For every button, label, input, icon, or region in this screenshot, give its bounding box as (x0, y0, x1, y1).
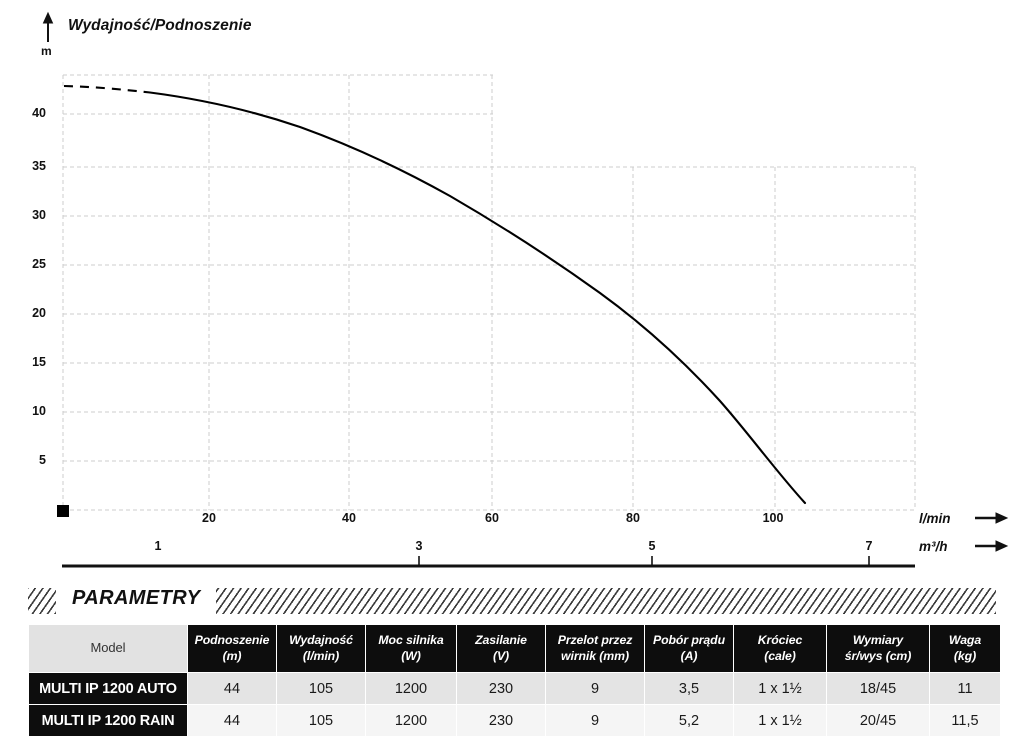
cell-waga: 11,5 (930, 705, 1000, 736)
pump-spec-sheet: Wydajność/Podnoszenie m 40 35 30 25 20 1… (0, 0, 1024, 752)
secondary-axis (62, 556, 915, 568)
col-header-waga-line1: Waga (948, 633, 982, 648)
col-header-zasilanie-line2: (V) (492, 648, 510, 663)
parametry-section-bar: PARAMETRY (28, 587, 996, 616)
col-header-wydajnosc-line2: (l/min) (302, 648, 340, 663)
col-header-waga: Waga (kg) (930, 625, 1000, 672)
col-header-model-line1: Model (90, 640, 126, 656)
section-title: PARAMETRY (66, 587, 207, 610)
x2-tick-1: 1 (154, 539, 162, 553)
cell-podnoszenie: 44 (188, 705, 276, 736)
col-header-wymiary: Wymiary śr/wys (cm) (827, 625, 929, 672)
curve-solid-segment (148, 91, 807, 505)
col-header-pobor-pradu-line1: Pobór prądu (653, 633, 725, 648)
y-tick-20: 20 (32, 306, 46, 320)
x-axis-unit-label: l/min (919, 511, 951, 526)
y-tick-35: 35 (32, 159, 46, 173)
cell-moc: 1200 (366, 705, 456, 736)
cell-przelot: 9 (546, 705, 644, 736)
col-header-przelot: Przelot przez wirnik (mm) (546, 625, 644, 672)
col-header-podnoszenie-line2: (m) (222, 648, 242, 663)
cell-wydajnosc: 105 (277, 673, 365, 704)
col-header-moc-silnika-line1: Moc silnika (378, 633, 444, 648)
x-tick-40: 40 (342, 511, 356, 525)
cell-podnoszenie: 44 (188, 673, 276, 704)
performance-chart: Wydajność/Podnoszenie m 40 35 30 25 20 1… (0, 0, 1024, 578)
cell-pobor: 3,5 (645, 673, 733, 704)
col-header-podnoszenie-line1: Podnoszenie (194, 633, 270, 648)
y-tick-10: 10 (32, 404, 46, 418)
parameters-table-container: Model Podnoszenie (m) Wydajność (l/min) … (28, 624, 1001, 737)
origin-square-marker (57, 505, 69, 517)
cell-wymiary: 18/45 (827, 673, 929, 704)
cell-waga: 11 (930, 673, 1000, 704)
col-header-waga-line2: (kg) (953, 648, 977, 663)
col-header-przelot-line2: wirnik (mm) (561, 648, 629, 663)
col-header-pobor-pradu: Pobór prądu (A) (645, 625, 733, 672)
cell-wydajnosc: 105 (277, 705, 365, 736)
cell-zasilanie: 230 (457, 705, 545, 736)
cell-pobor: 5,2 (645, 705, 733, 736)
x-tick-60: 60 (485, 511, 499, 525)
lmin-arrow-icon (975, 512, 1009, 524)
cell-krociec: 1 x 1½ (734, 705, 826, 736)
x-tick-20: 20 (202, 511, 216, 525)
parameters-table: Model Podnoszenie (m) Wydajność (l/min) … (28, 624, 1001, 737)
col-header-zasilanie-line1: Zasilanie (475, 633, 527, 648)
y-tick-5: 5 (39, 453, 46, 467)
col-header-wymiary-line1: Wymiary (852, 633, 904, 648)
x-tick-100: 100 (762, 511, 784, 525)
y-tick-15: 15 (32, 355, 46, 369)
x-axis-secondary-unit-label: m³/h (919, 539, 948, 554)
x2-tick-5: 5 (648, 539, 656, 553)
x2-tick-7: 7 (865, 539, 873, 553)
chart-title: Wydajność/Podnoszenie (68, 17, 252, 34)
cell-moc: 1200 (366, 673, 456, 704)
col-header-moc-silnika-line2: (W) (401, 648, 421, 663)
chart-canvas (42, 11, 1009, 568)
curve-dashed-segment (63, 84, 151, 94)
cell-model: MULTI IP 1200 RAIN (29, 705, 187, 736)
col-header-przelot-line1: Przelot przez (557, 633, 633, 648)
col-header-model: Model (29, 625, 187, 672)
col-header-krociec-line1: Króciec (757, 633, 803, 648)
table-row: MULTI IP 1200 AUTO 44 105 1200 230 9 3,5… (29, 673, 1000, 704)
table-header-row: Model Podnoszenie (m) Wydajność (l/min) … (29, 625, 1000, 672)
col-header-zasilanie: Zasilanie (V) (457, 625, 545, 672)
grid-vertical (62, 75, 916, 510)
x-tick-80: 80 (626, 511, 640, 525)
cell-wymiary: 20/45 (827, 705, 929, 736)
x2-tick-3: 3 (415, 539, 423, 553)
table-row: MULTI IP 1200 RAIN 44 105 1200 230 9 5,2… (29, 705, 1000, 736)
y-axis-arrow-icon (42, 11, 54, 42)
col-header-krociec: Króciec (cale) (734, 625, 826, 672)
cell-model: MULTI IP 1200 AUTO (29, 673, 187, 704)
col-header-wydajnosc-line1: Wydajność (289, 633, 353, 648)
col-header-wydajnosc: Wydajność (l/min) (277, 625, 365, 672)
col-header-moc-silnika: Moc silnika (W) (366, 625, 456, 672)
y-tick-30: 30 (32, 208, 46, 222)
cell-krociec: 1 x 1½ (734, 673, 826, 704)
y-tick-25: 25 (32, 257, 46, 271)
y-axis-unit-label: m (41, 44, 52, 58)
col-header-podnoszenie: Podnoszenie (m) (188, 625, 276, 672)
col-header-krociec-line2: (cale) (764, 648, 796, 663)
hatch-pattern-left (28, 588, 56, 614)
grid-horizontal (63, 74, 915, 511)
cell-zasilanie: 230 (457, 673, 545, 704)
col-header-wymiary-line2: śr/wys (cm) (844, 648, 912, 663)
m3h-arrow-icon (975, 540, 1009, 552)
col-header-pobor-pradu-line2: (A) (680, 648, 698, 663)
y-tick-40: 40 (32, 106, 46, 120)
hatch-pattern-right (216, 588, 996, 614)
cell-przelot: 9 (546, 673, 644, 704)
